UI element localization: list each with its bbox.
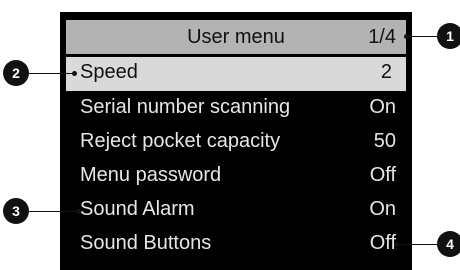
menu-item-label: Reject pocket capacity xyxy=(80,130,281,152)
callout-1-leader xyxy=(406,36,438,37)
callout-1-badge: 1 xyxy=(437,23,460,49)
menu-item-sound-alarm[interactable]: Sound Alarm On xyxy=(80,194,396,228)
device-screen: User menu 1/4 Speed 2 Serial number scan… xyxy=(60,12,412,270)
menu-item-label: Menu password xyxy=(80,164,222,186)
menu-header: User menu 1/4 xyxy=(66,20,406,54)
menu-item-value: Off xyxy=(369,164,396,186)
callout-3-anchor xyxy=(76,209,81,214)
callout-4-leader xyxy=(396,244,438,245)
menu-item-speed[interactable]: Speed 2 xyxy=(66,57,406,91)
menu-item-value: 2 xyxy=(380,61,392,83)
menu-item-sound-buttons[interactable]: Sound Buttons Off xyxy=(80,228,396,262)
callout-2-anchor xyxy=(72,71,77,76)
callout-4-badge: 4 xyxy=(437,231,460,257)
menu-item-label: Sound Buttons xyxy=(80,232,212,254)
menu-item-value: On xyxy=(369,198,396,220)
menu-item-serial-number-scanning[interactable]: Serial number scanning On xyxy=(80,92,396,126)
menu-item-reject-pocket-capacity[interactable]: Reject pocket capacity 50 xyxy=(80,126,396,160)
menu-item-label: Sound Alarm xyxy=(80,198,195,220)
callout-2-leader xyxy=(29,73,74,74)
menu-item-label: Speed xyxy=(80,61,138,83)
callout-3-badge: 3 xyxy=(3,198,29,224)
menu-item-value: 50 xyxy=(373,130,396,152)
menu-item-value: Off xyxy=(369,232,396,254)
callout-3-leader xyxy=(29,211,78,212)
page-indicator: 1/4 xyxy=(368,26,396,48)
menu-item-menu-password[interactable]: Menu password Off xyxy=(80,160,396,194)
menu-item-label: Serial number scanning xyxy=(80,96,291,118)
menu-title: User menu xyxy=(187,26,285,48)
callout-2-badge: 2 xyxy=(3,60,29,86)
menu-item-value: On xyxy=(369,96,396,118)
